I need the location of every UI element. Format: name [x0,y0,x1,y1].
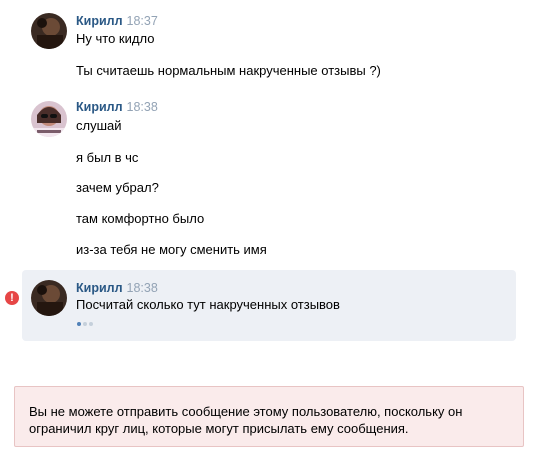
message-time[interactable]: 18:38 [127,100,158,114]
author-name[interactable]: Кирилл [76,100,123,114]
cannot-send-notice: Вы не можете отправить сообщение этому п… [14,386,524,447]
message-text: я был в чс [76,150,139,165]
error-icon[interactable]: ! [5,291,19,305]
message-text: слушай [76,118,122,133]
avatar[interactable] [31,13,67,49]
message-text: Ты считаешь нормальным накрученные отзыв… [76,63,381,78]
message-text: там комфортно было [76,211,205,226]
avatar-image [31,280,67,316]
author-name[interactable]: Кирилл [76,281,123,295]
message-group-failed: Кирилл 18:38 Посчитай сколько тут накруче… [22,270,516,341]
author-name[interactable]: Кирилл [76,14,123,28]
sending-dot [77,322,81,326]
message-text: зачем убрал? [76,180,159,195]
message-time[interactable]: 18:38 [127,281,158,295]
chat-history: Кирилл 18:37 Ну что кидло Ты считаешь нор… [0,0,533,463]
message-text: Ну что кидло [76,31,155,46]
notice-text: Вы не можете отправить сообщение этому п… [29,404,463,436]
message-text: Посчитай сколько тут накрученных отзывов [76,297,340,312]
message-text: из-за тебя не могу сменить имя [76,242,267,257]
avatar[interactable] [31,101,67,137]
message-header: Кирилл 18:38 [76,99,158,115]
message-header: Кирилл 18:38 [76,280,158,296]
sending-dot [83,322,87,326]
avatar-image [31,13,67,49]
avatar[interactable] [31,280,67,316]
sending-dot [89,322,93,326]
message-header: Кирилл 18:37 [76,13,158,29]
message-time[interactable]: 18:37 [127,14,158,28]
avatar-image [31,101,67,137]
